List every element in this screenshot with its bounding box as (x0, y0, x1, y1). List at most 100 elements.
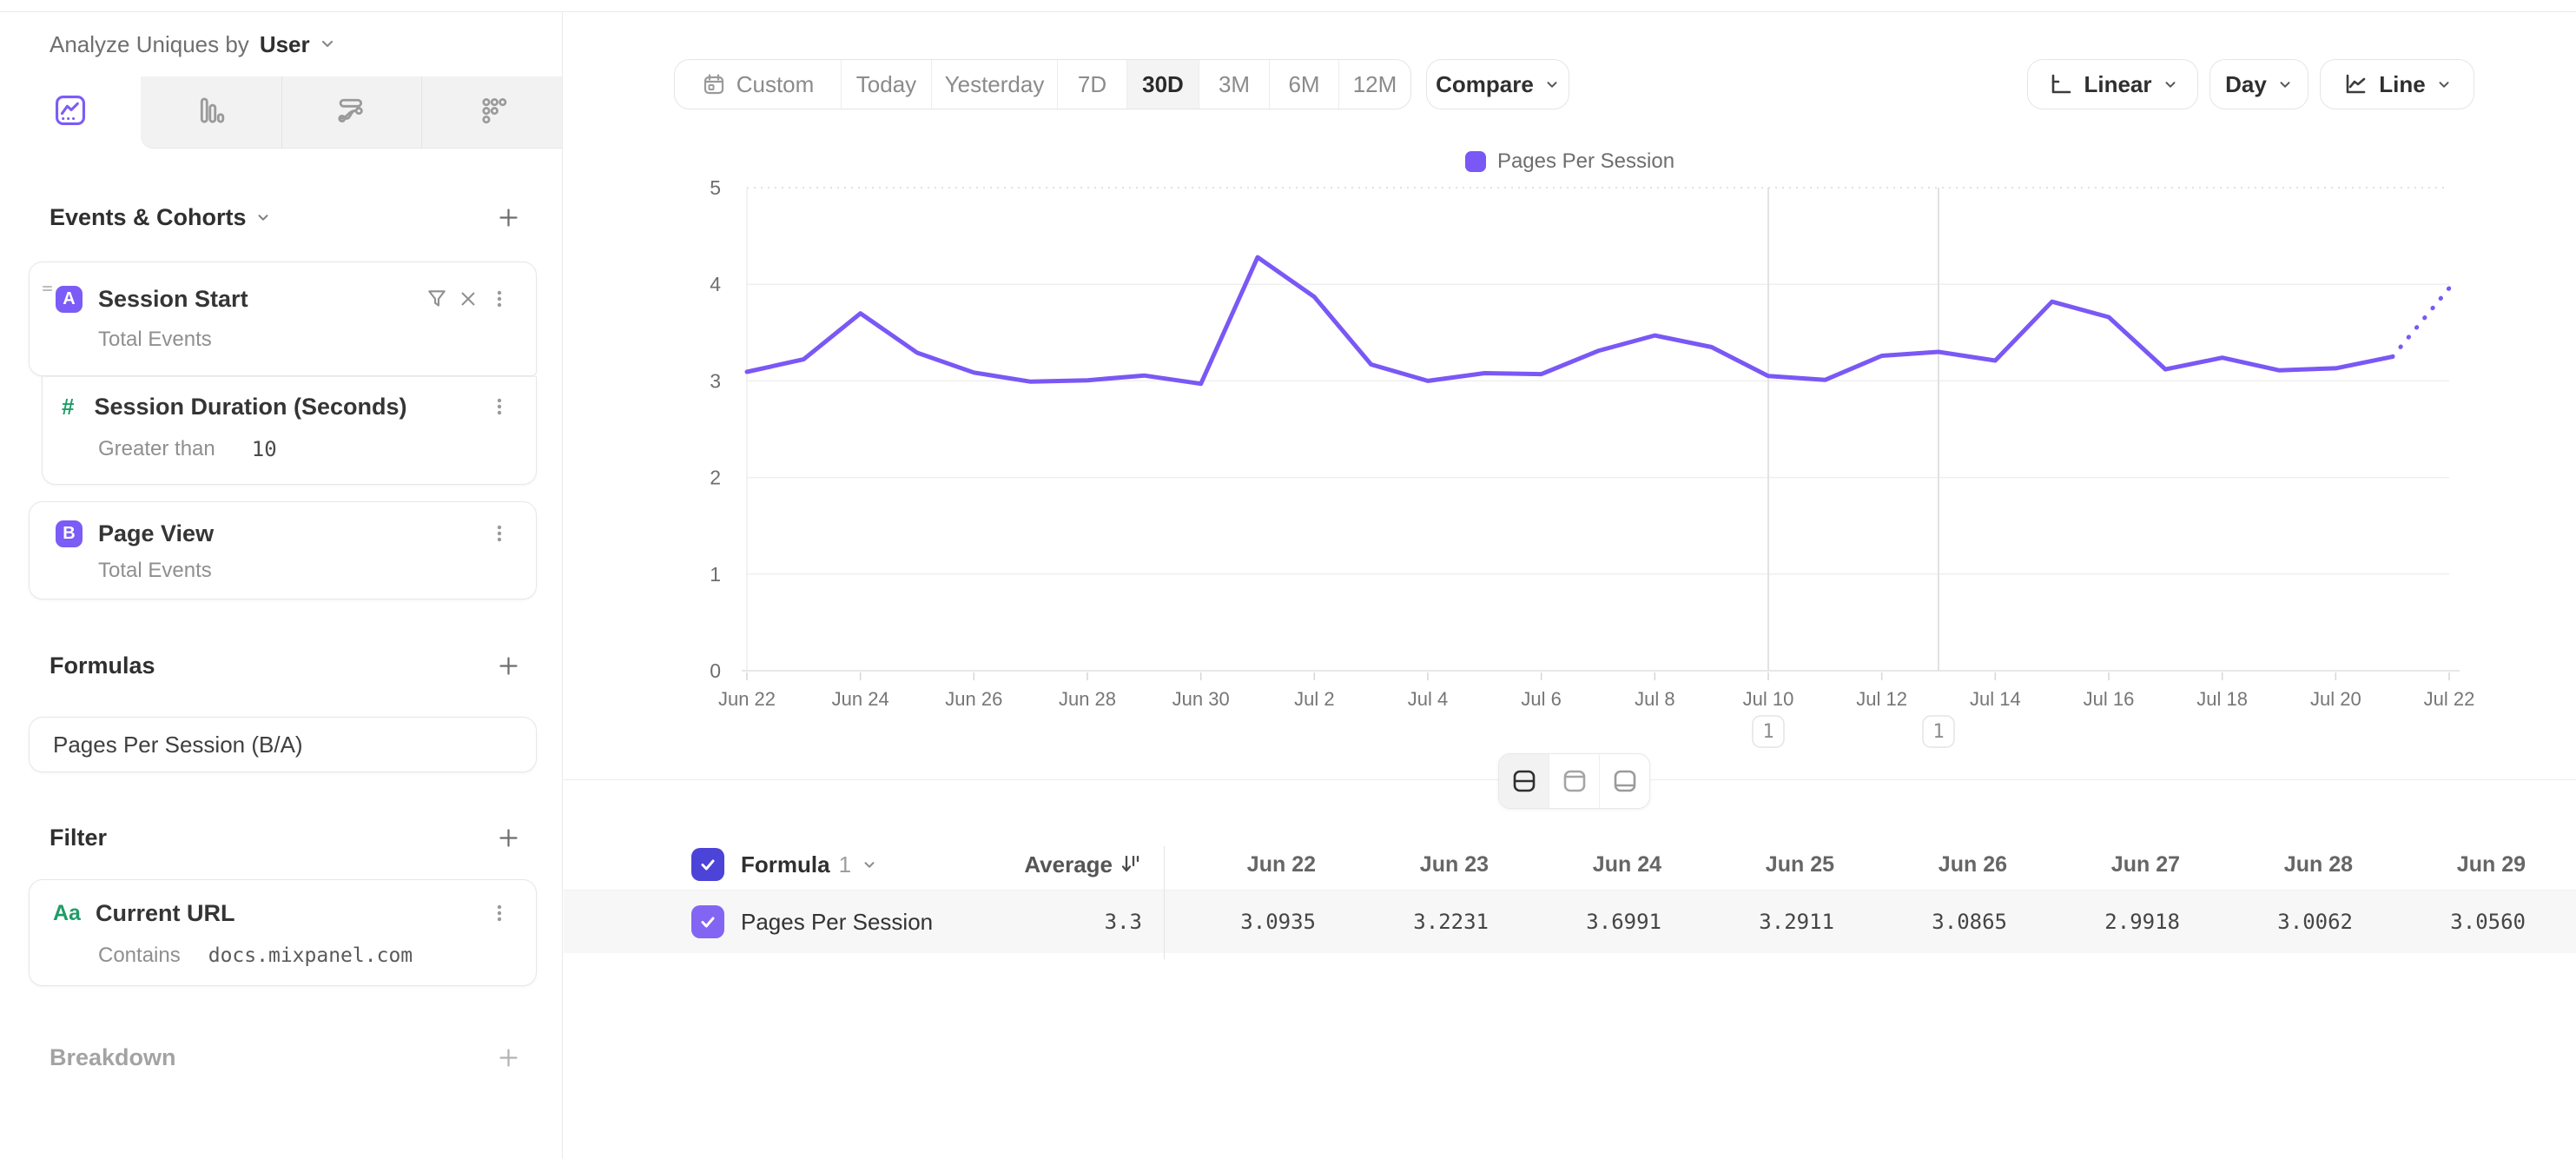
layout-toggle-group (1498, 753, 1650, 809)
column-header-jun-23[interactable]: Jun 23 (1337, 852, 1509, 878)
line-chart[interactable]: 11012345Jun 22Jun 24Jun 26Jun 28Jun 30Ju… (564, 12, 2576, 794)
series-checkbox[interactable] (691, 905, 724, 938)
column-header-jun-29[interactable]: Jun 29 (2374, 852, 2546, 878)
svg-text:1: 1 (1762, 721, 1773, 743)
svg-text:Jul 8: Jul 8 (1635, 688, 1674, 710)
series-average-value: 3.3 (1105, 910, 1164, 934)
tab-insights[interactable] (0, 76, 141, 149)
column-header-jun-28[interactable]: Jun 28 (2201, 852, 2374, 878)
chart-grid (747, 188, 2449, 574)
line-chart-svg: 11012345Jun 22Jun 24Jun 26Jun 28Jun 30Ju… (564, 12, 2576, 794)
event-card-page-view[interactable]: B Page View Total Events (29, 501, 537, 599)
series-name: Pages Per Session (741, 909, 933, 936)
sort-descending-icon[interactable] (1120, 853, 1142, 876)
checkmark-icon (697, 911, 718, 932)
breakdown-section-header: Breakdown (50, 1043, 524, 1072)
formulas-section-header: Formulas (50, 651, 524, 680)
add-formula-button[interactable] (492, 650, 524, 681)
formula-card[interactable]: Pages Per Session (B/A) (29, 717, 537, 772)
event-letter-badge: A (56, 286, 83, 313)
chart-axes: 012345Jun 22Jun 24Jun 26Jun 28Jun 30Jul … (710, 176, 2474, 710)
filter-card-current-url[interactable]: Aa Current URL Contains docs.mixpanel.co… (29, 879, 537, 986)
filter-operator[interactable]: Contains (98, 944, 181, 968)
svg-text:Jul 6: Jul 6 (1521, 688, 1561, 710)
property-title[interactable]: Session Duration (Seconds) (94, 394, 406, 421)
property-card-session-duration[interactable]: # Session Duration (Seconds) Greater tha… (42, 376, 537, 485)
column-header-jun-25[interactable]: Jun 25 (1682, 852, 1855, 878)
svg-text:4: 4 (710, 273, 721, 295)
annotation-badge[interactable]: 1 (1753, 716, 1784, 747)
svg-text:Jun 30: Jun 30 (1172, 688, 1230, 710)
tab-flows[interactable] (281, 76, 422, 149)
kebab-menu-icon (489, 288, 510, 309)
svg-text:3: 3 (710, 369, 721, 392)
svg-text:1: 1 (710, 563, 721, 586)
average-column-header[interactable]: Average (1024, 851, 1113, 878)
tab-retention[interactable] (421, 76, 562, 149)
plus-icon (497, 1046, 520, 1070)
cell-value: 3.2911 (1682, 910, 1855, 934)
chart-only-icon (1561, 767, 1589, 795)
column-header-jun-22[interactable]: Jun 22 (1164, 852, 1337, 878)
event-aggregation[interactable]: Total Events (98, 559, 212, 583)
cell-value: 2.9918 (2028, 910, 2201, 934)
filter-value[interactable]: docs.mixpanel.com (208, 944, 413, 967)
retention-dots-icon (475, 93, 510, 132)
svg-text:Jul 2: Jul 2 (1294, 688, 1334, 710)
cell-value: 3.0935 (1164, 910, 1337, 934)
checkmark-icon (697, 854, 718, 875)
event-letter-badge: B (56, 520, 83, 547)
filter-more-button[interactable] (484, 897, 515, 929)
funnels-bars-icon (195, 94, 228, 131)
layout-table-only-button[interactable] (1599, 754, 1649, 808)
event-more-button[interactable] (484, 518, 515, 549)
filter-property-title[interactable]: Current URL (96, 900, 235, 927)
plus-icon (497, 654, 520, 678)
event-card-session-start[interactable]: A Session Start Total Events (29, 262, 537, 376)
event-aggregation[interactable]: Total Events (98, 328, 212, 352)
table-row[interactable]: Pages Per Session 3.3 3.09353.22313.6991… (564, 890, 2576, 953)
chart-series[interactable] (747, 257, 2449, 384)
property-more-button[interactable] (484, 391, 515, 422)
property-value[interactable]: 10 (252, 437, 277, 461)
filter-section-header: Filter (50, 823, 524, 852)
formula-header-number: 1 (839, 851, 851, 878)
cell-value: 3.2231 (1337, 910, 1509, 934)
svg-text:Jul 20: Jul 20 (2310, 688, 2361, 710)
plus-icon (497, 826, 520, 850)
formula-expression[interactable]: Pages Per Session (B/A) (53, 732, 303, 758)
cell-value: 3.0865 (1855, 910, 2028, 934)
split-view-icon (1510, 767, 1538, 795)
insights-line-chart-icon (54, 94, 87, 131)
event-title[interactable]: Session Start (98, 286, 248, 313)
filter-event-button[interactable] (421, 283, 452, 315)
column-header-jun-26[interactable]: Jun 26 (1855, 852, 2028, 878)
breakdown-title: Breakdown (50, 1044, 176, 1071)
chevron-down-icon[interactable] (862, 857, 877, 872)
formulas-title: Formulas (50, 652, 155, 679)
column-header-jun-27[interactable]: Jun 27 (2028, 852, 2201, 878)
add-breakdown-button[interactable] (492, 1042, 524, 1073)
formula-header-label[interactable]: Formula (741, 851, 830, 878)
svg-text:Jun 28: Jun 28 (1059, 688, 1116, 710)
add-event-button[interactable] (492, 202, 524, 233)
query-builder-sidebar: Analyze Uniques by User (0, 12, 563, 1159)
event-title[interactable]: Page View (98, 520, 214, 547)
cell-value: 3.0560 (2374, 910, 2546, 934)
chart-annotations[interactable]: 11 (1753, 188, 1954, 747)
select-all-checkbox[interactable] (691, 848, 724, 881)
svg-text:Jul 12: Jul 12 (1856, 688, 1907, 710)
add-filter-button[interactable] (492, 822, 524, 853)
layout-chart-only-button[interactable] (1549, 754, 1599, 808)
remove-event-button[interactable] (452, 283, 484, 315)
tab-funnels[interactable] (141, 76, 281, 149)
event-more-button[interactable] (484, 283, 515, 315)
layout-split-view-button[interactable] (1499, 754, 1549, 808)
report-type-tabs (0, 76, 562, 149)
property-operator[interactable]: Greater than (98, 437, 215, 461)
annotation-badge[interactable]: 1 (1923, 716, 1954, 747)
cell-value: 3.6991 (1509, 910, 1682, 934)
analyze-value-dropdown[interactable]: User (260, 31, 310, 58)
column-header-jun-24[interactable]: Jun 24 (1509, 852, 1682, 878)
svg-text:0: 0 (710, 659, 721, 682)
